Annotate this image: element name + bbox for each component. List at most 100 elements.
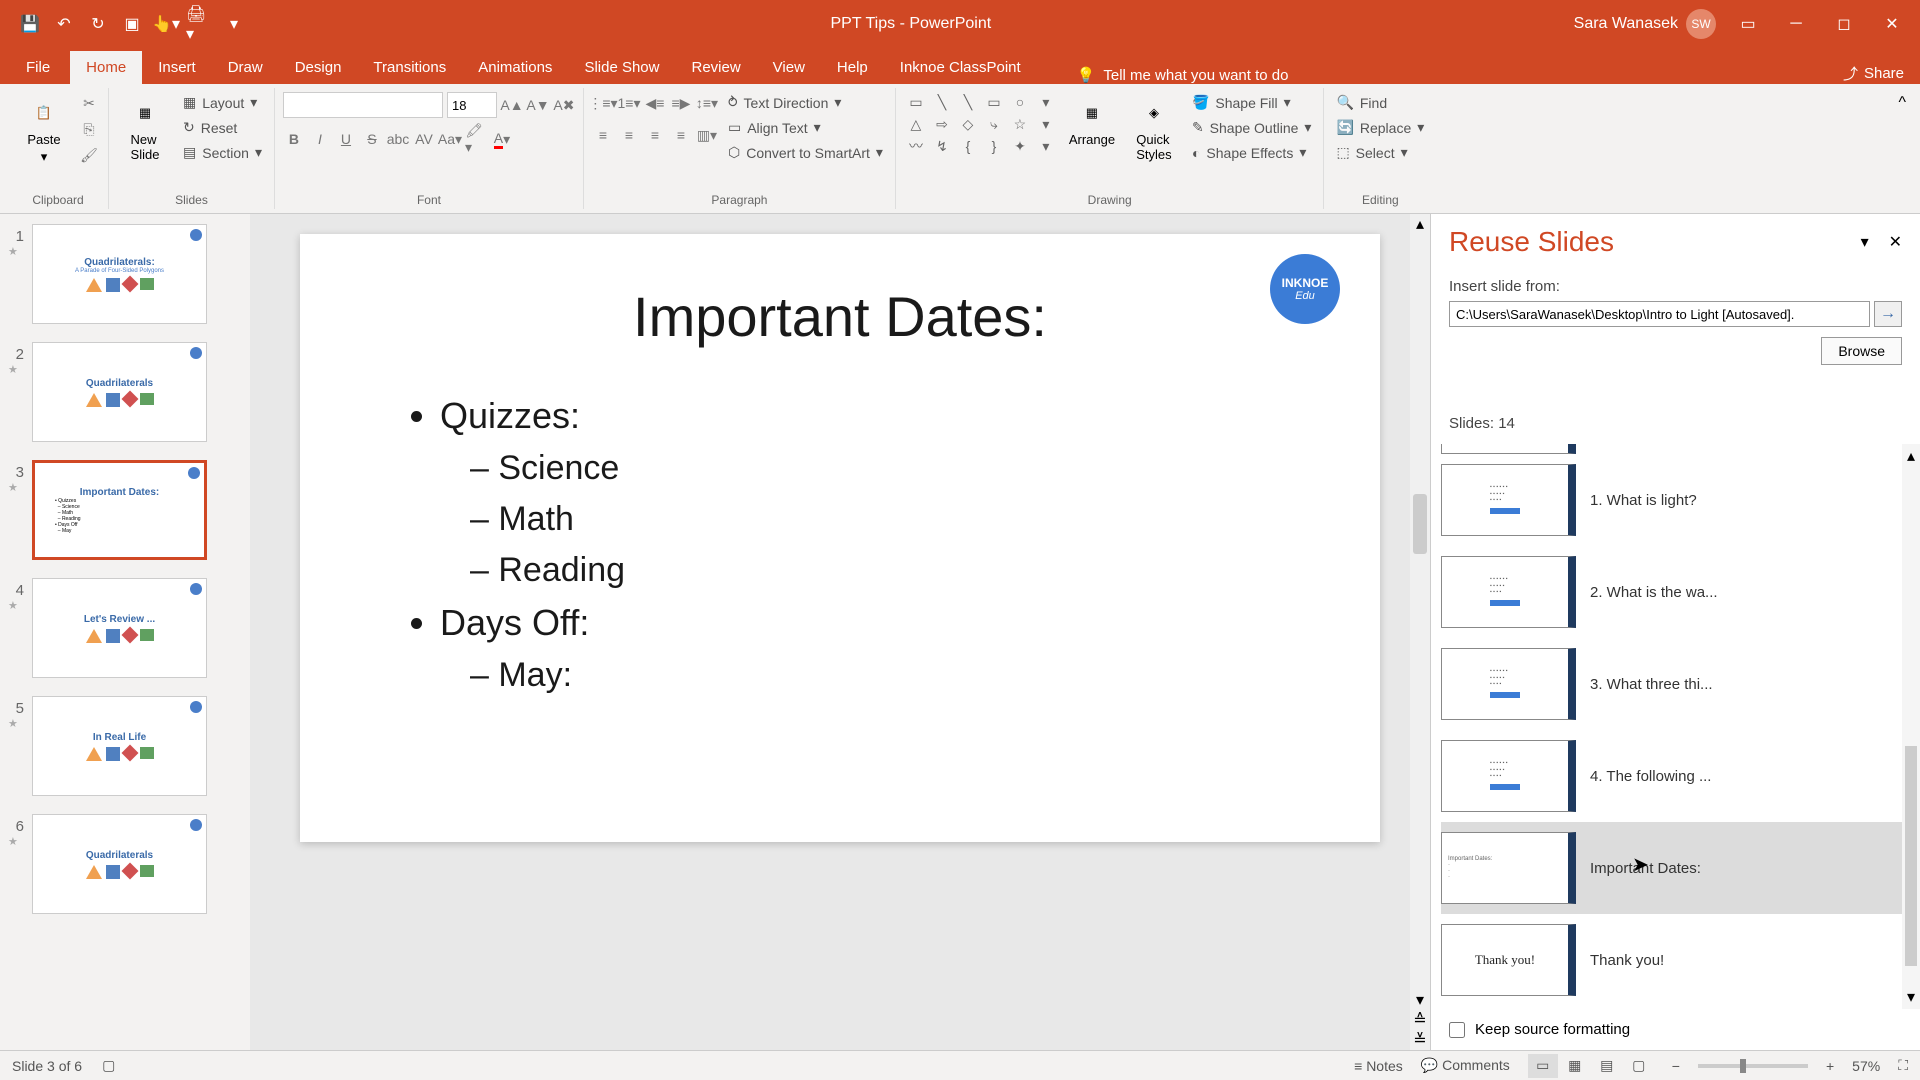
align-center-icon[interactable]: ≡ xyxy=(618,124,640,146)
slideshow-view-icon[interactable]: ▢ xyxy=(1624,1054,1654,1078)
font-name-input[interactable] xyxy=(283,92,443,118)
thumbnail-slide-5[interactable]: 5★In Real Life xyxy=(8,696,242,796)
select-button[interactable]: ⬚Select ▾ xyxy=(1332,142,1428,163)
shape-curve-icon[interactable]: 〰 xyxy=(904,136,928,156)
shape-effects-button[interactable]: ◐Shape Effects ▾ xyxy=(1188,142,1316,163)
italic-icon[interactable]: I xyxy=(309,128,331,150)
shape-expand-icon[interactable]: ▾ xyxy=(1034,136,1058,156)
minimize-icon[interactable]: ─ xyxy=(1776,10,1816,38)
align-text-button[interactable]: ▭Align Text ▾ xyxy=(724,117,887,138)
qat-more-icon[interactable]: ▾ xyxy=(220,10,248,38)
bold-icon[interactable]: B xyxy=(283,128,305,150)
shape-connector-icon[interactable]: ⤷ xyxy=(982,114,1006,134)
copy-icon[interactable]: ⎘ xyxy=(78,118,100,140)
panel-close-icon[interactable]: ✕ xyxy=(1889,232,1902,252)
tab-transitions[interactable]: Transitions xyxy=(357,51,462,84)
find-button[interactable]: 🔍Find xyxy=(1332,92,1428,113)
shapes-gallery[interactable]: ▭ ╲ ╲ ▭ ○ ▾ △ ⇨ ◇ ⤷ ☆ ▾ 〰 ↯ { } ✦ ▾ xyxy=(904,92,1058,156)
grow-font-icon[interactable]: A▲ xyxy=(501,94,523,116)
clear-format-icon[interactable]: A✖ xyxy=(553,94,575,116)
justify-icon[interactable]: ≡ xyxy=(670,124,692,146)
underline-icon[interactable]: U xyxy=(335,128,357,150)
numbering-icon[interactable]: 1≡▾ xyxy=(618,92,640,114)
shape-line2-icon[interactable]: ╲ xyxy=(956,92,980,112)
tab-view[interactable]: View xyxy=(757,51,821,84)
touch-mode-icon[interactable]: 👆▾ xyxy=(152,10,180,38)
shape-rect-icon[interactable]: ▭ xyxy=(982,92,1006,112)
collapse-ribbon-icon[interactable]: ^ xyxy=(1892,88,1912,209)
align-left-icon[interactable]: ≡ xyxy=(592,124,614,146)
tab-home[interactable]: Home xyxy=(70,51,142,84)
tab-animations[interactable]: Animations xyxy=(462,51,568,84)
tab-help[interactable]: Help xyxy=(821,51,884,84)
thumbnail-slide-3[interactable]: 3★Important Dates:• Quizzes – Science – … xyxy=(8,460,242,560)
text-direction-button[interactable]: ⥁Text Direction ▾ xyxy=(724,92,887,113)
tab-design[interactable]: Design xyxy=(279,51,358,84)
slide-content[interactable]: Quizzes:ScienceMathReadingDays Off:May: xyxy=(390,389,1290,701)
go-button[interactable]: → xyxy=(1874,301,1902,327)
slide-title[interactable]: Important Dates: xyxy=(390,284,1290,349)
quick-styles-button[interactable]: ◈ Quick Styles xyxy=(1126,92,1182,166)
comments-button[interactable]: 💬 Comments xyxy=(1421,1057,1510,1074)
shape-more1-icon[interactable]: ▾ xyxy=(1034,92,1058,112)
shape-more2-icon[interactable]: ▾ xyxy=(1034,114,1058,134)
tab-review[interactable]: Review xyxy=(675,51,756,84)
browse-button[interactable]: Browse xyxy=(1821,337,1902,365)
shape-brace-icon[interactable]: { xyxy=(956,136,980,156)
sorter-view-icon[interactable]: ▦ xyxy=(1560,1054,1590,1078)
slide-canvas-area[interactable]: INKNOE Edu Important Dates: Quizzes:Scie… xyxy=(250,214,1430,1050)
shape-freeform-icon[interactable]: ↯ xyxy=(930,136,954,156)
reading-view-icon[interactable]: ▤ xyxy=(1592,1054,1622,1078)
quick-print-icon[interactable]: 🖨▾ xyxy=(186,10,214,38)
zoom-level-label[interactable]: 57% xyxy=(1852,1058,1880,1074)
ribbon-display-icon[interactable]: ▭ xyxy=(1728,10,1768,38)
shape-star-icon[interactable]: ☆ xyxy=(1008,114,1032,134)
scroll-thumb[interactable] xyxy=(1905,746,1917,966)
scroll-up-icon[interactable]: ▴ xyxy=(1416,214,1424,234)
reuse-slide-item[interactable]: ▪ ▪ ▪ ▪ ▪ ▪▪ ▪ ▪ ▪ ▪▪ ▪ ▪ ▪1. What is li… xyxy=(1441,454,1902,546)
section-button[interactable]: ▤Section ▾ xyxy=(179,142,266,163)
shrink-font-icon[interactable]: A▼ xyxy=(527,94,549,116)
change-case-icon[interactable]: Aa▾ xyxy=(439,128,461,150)
thumbnail-slide-1[interactable]: 1★Quadrilaterals:A Parade of Four-Sided … xyxy=(8,224,242,324)
zoom-out-icon[interactable]: − xyxy=(1672,1058,1680,1074)
reuse-slide-item[interactable]: ▪ ▪ ▪ ▪ ▪ ▪▪ ▪ ▪ ▪ ▪▪ ▪ ▪ ▪3. What three… xyxy=(1441,638,1902,730)
next-slide-icon[interactable]: ≚ xyxy=(1413,1030,1426,1050)
thumbnail-slide-2[interactable]: 2★Quadrilaterals xyxy=(8,342,242,442)
paste-button[interactable]: 📋 Paste ▾ xyxy=(16,92,72,169)
increase-indent-icon[interactable]: ≡▶ xyxy=(670,92,692,114)
tell-me-search[interactable]: 💡 Tell me what you want to do xyxy=(1077,66,1289,84)
start-from-beginning-icon[interactable]: ▣ xyxy=(118,10,146,38)
zoom-in-icon[interactable]: + xyxy=(1826,1058,1834,1074)
tab-draw[interactable]: Draw xyxy=(212,51,279,84)
highlight-icon[interactable]: 🖍▾ xyxy=(465,128,487,150)
shape-arrow-icon[interactable]: ⇨ xyxy=(930,114,954,134)
shape-star2-icon[interactable]: ✦ xyxy=(1008,136,1032,156)
spell-check-icon[interactable]: ▢ xyxy=(102,1057,115,1074)
shape-line-icon[interactable]: ╲ xyxy=(930,92,954,112)
reuse-slide-item[interactable]: Important Dates:···Important Dates: xyxy=(1441,822,1902,914)
bullets-icon[interactable]: ⋮≡▾ xyxy=(592,92,614,114)
scroll-down-icon[interactable]: ▾ xyxy=(1907,987,1915,1007)
reset-button[interactable]: ↻Reset xyxy=(179,117,266,138)
align-right-icon[interactable]: ≡ xyxy=(644,124,666,146)
zoom-handle[interactable] xyxy=(1740,1059,1746,1073)
prev-slide-icon[interactable]: ≙ xyxy=(1413,1010,1426,1030)
scroll-down-icon[interactable]: ▾ xyxy=(1416,990,1424,1010)
font-color-icon[interactable]: A▾ xyxy=(491,128,513,150)
tab-slideshow[interactable]: Slide Show xyxy=(568,51,675,84)
line-spacing-icon[interactable]: ↕≡▾ xyxy=(696,92,718,114)
thumbnail-slide-6[interactable]: 6★Quadrilaterals xyxy=(8,814,242,914)
tab-insert[interactable]: Insert xyxy=(142,51,212,84)
new-slide-button[interactable]: ▦ New Slide xyxy=(117,92,173,166)
maximize-icon[interactable]: ◻ xyxy=(1824,10,1864,38)
shape-triangle-icon[interactable]: △ xyxy=(904,114,928,134)
slide-thumbnail-panel[interactable]: 1★Quadrilaterals:A Parade of Four-Sided … xyxy=(0,214,250,1050)
keep-formatting-checkbox[interactable] xyxy=(1449,1022,1465,1038)
panel-menu-icon[interactable]: ▾ xyxy=(1861,232,1869,252)
shape-textbox-icon[interactable]: ▭ xyxy=(904,92,928,112)
undo-icon[interactable]: ↶ xyxy=(50,10,78,38)
font-size-input[interactable] xyxy=(447,92,497,118)
user-account[interactable]: Sara Wanasek SW xyxy=(1574,9,1716,39)
share-button[interactable]: ⤴ Share xyxy=(1843,63,1904,84)
